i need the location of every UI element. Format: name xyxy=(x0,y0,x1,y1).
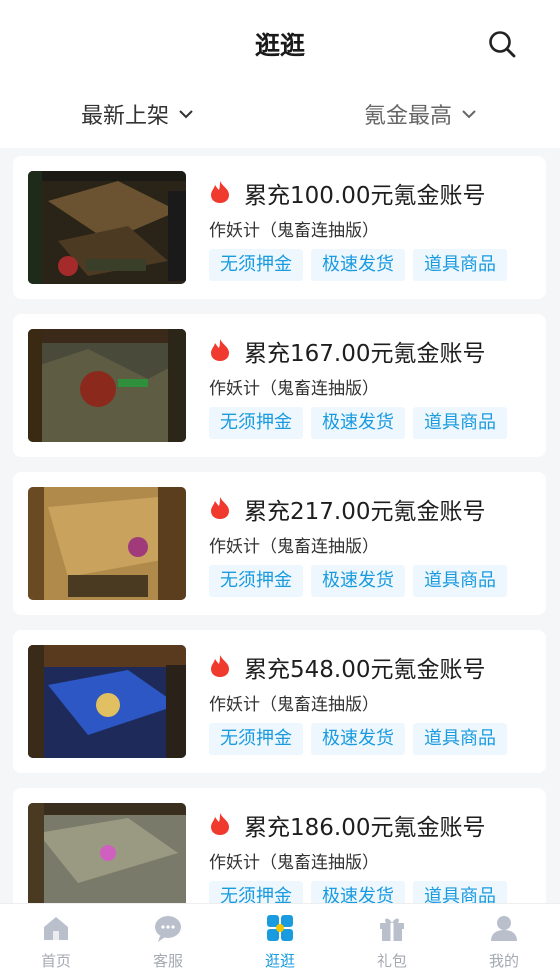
tag-fast-delivery: 极速发货 xyxy=(311,723,405,755)
listing-game-name: 作妖计（鬼畜连抽版） xyxy=(209,379,379,399)
tag-item-goods: 道具商品 xyxy=(413,565,507,597)
listing-title: 累充217.00元氪金账号 xyxy=(244,499,486,525)
chat-icon xyxy=(155,916,181,942)
listing-card[interactable]: 累充186.00元氪金账号 作妖计（鬼畜连抽版） 无须押金 极速发货 道具商品 xyxy=(13,788,546,903)
listing-thumbnail xyxy=(28,803,186,903)
tag-fast-delivery: 极速发货 xyxy=(311,407,405,439)
tag-no-deposit: 无须押金 xyxy=(209,249,303,281)
tag-item-goods: 道具商品 xyxy=(413,249,507,281)
filter-bar: 最新上架 氪金最高 xyxy=(0,90,560,148)
listing-card[interactable]: 累充217.00元氪金账号 作妖计（鬼畜连抽版） 无须押金 极速发货 道具商品 xyxy=(13,472,546,615)
listing-card[interactable]: 累充167.00元氪金账号 作妖计（鬼畜连抽版） 无须押金 极速发货 道具商品 xyxy=(13,314,546,457)
header: 逛逛 xyxy=(0,0,560,90)
search-icon[interactable] xyxy=(488,30,516,58)
tab-home[interactable]: 首页 xyxy=(0,904,112,975)
listing-title: 累充167.00元氪金账号 xyxy=(244,341,486,367)
listing-tags: 无须押金 极速发货 道具商品 xyxy=(209,881,507,903)
sort-spend-label: 氪金最高 xyxy=(363,104,452,129)
listing-card[interactable]: 累充100.00元氪金账号 作妖计（鬼畜连抽版） 无须押金 极速发货 道具商品 xyxy=(13,156,546,299)
flame-icon xyxy=(211,497,229,519)
listing-game-name: 作妖计（鬼畜连抽版） xyxy=(209,537,379,557)
listing-game-name: 作妖计（鬼畜连抽版） xyxy=(209,695,379,715)
listing-tags: 无须押金 极速发货 道具商品 xyxy=(209,723,507,755)
flame-icon xyxy=(211,655,229,677)
tab-profile-label: 我的 xyxy=(488,952,519,970)
flame-icon xyxy=(211,181,229,203)
bottom-tab-bar: 首页 客服 逛逛 礼包 我的 xyxy=(0,903,560,975)
tab-support-label: 客服 xyxy=(152,952,183,970)
listing-title: 累充186.00元氪金账号 xyxy=(244,815,486,841)
sort-spend-dropdown[interactable]: 氪金最高 xyxy=(364,98,478,130)
gift-icon xyxy=(380,918,404,941)
tag-fast-delivery: 极速发货 xyxy=(311,565,405,597)
flame-icon xyxy=(211,339,229,361)
browse-icon xyxy=(267,915,293,941)
tag-fast-delivery: 极速发货 xyxy=(311,881,405,903)
tab-profile[interactable]: 我的 xyxy=(448,904,560,975)
listing-tags: 无须押金 极速发货 道具商品 xyxy=(209,249,507,281)
tag-no-deposit: 无须押金 xyxy=(209,723,303,755)
tab-browse[interactable]: 逛逛 xyxy=(224,904,336,975)
tab-gift[interactable]: 礼包 xyxy=(336,904,448,975)
listing-card[interactable]: 累充548.00元氪金账号 作妖计（鬼畜连抽版） 无须押金 极速发货 道具商品 xyxy=(13,630,546,773)
home-icon xyxy=(44,917,68,940)
listing-title: 累充548.00元氪金账号 xyxy=(244,657,486,683)
listing-title: 累充100.00元氪金账号 xyxy=(244,183,486,209)
listing-thumbnail xyxy=(28,329,186,442)
listing-tags: 无须押金 极速发货 道具商品 xyxy=(209,565,507,597)
chevron-down-icon xyxy=(179,110,193,119)
sort-newest-label: 最新上架 xyxy=(81,104,170,129)
page-title: 逛逛 xyxy=(254,31,305,60)
flame-icon xyxy=(211,813,229,835)
chevron-down-icon xyxy=(462,110,476,119)
listing-thumbnail xyxy=(28,171,186,284)
tag-item-goods: 道具商品 xyxy=(413,881,507,903)
tag-no-deposit: 无须押金 xyxy=(209,407,303,439)
listing-thumbnail xyxy=(28,487,186,600)
tab-home-label: 首页 xyxy=(40,952,71,970)
listing-thumbnail xyxy=(28,645,186,758)
listing-game-name: 作妖计（鬼畜连抽版） xyxy=(209,853,379,873)
tag-item-goods: 道具商品 xyxy=(413,723,507,755)
tab-support[interactable]: 客服 xyxy=(112,904,224,975)
tag-item-goods: 道具商品 xyxy=(413,407,507,439)
tag-no-deposit: 无须押金 xyxy=(209,565,303,597)
tab-browse-label: 逛逛 xyxy=(264,952,295,970)
tag-no-deposit: 无须押金 xyxy=(209,881,303,903)
user-icon xyxy=(491,916,517,941)
tab-gift-label: 礼包 xyxy=(376,952,407,970)
listing-tags: 无须押金 极速发货 道具商品 xyxy=(209,407,507,439)
tag-fast-delivery: 极速发货 xyxy=(311,249,405,281)
listing-list: 累充100.00元氪金账号 作妖计（鬼畜连抽版） 无须押金 极速发货 道具商品 … xyxy=(0,150,560,903)
listing-game-name: 作妖计（鬼畜连抽版） xyxy=(209,221,379,241)
sort-newest-dropdown[interactable]: 最新上架 xyxy=(81,98,195,130)
